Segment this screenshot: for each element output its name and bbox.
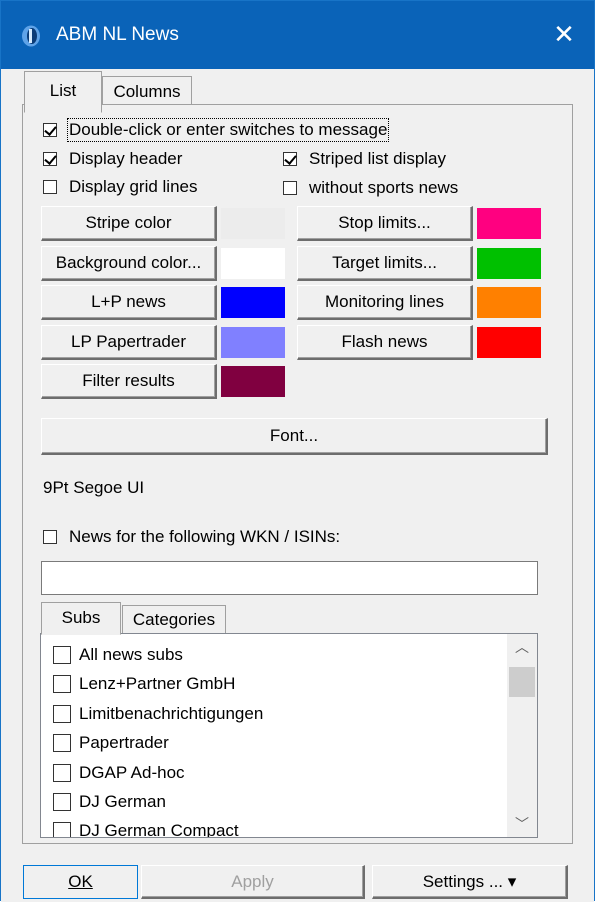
tab-columns[interactable]: Columns (102, 76, 192, 105)
lp-news-label: L+P news (91, 292, 166, 311)
apply-button[interactable]: Apply (141, 865, 365, 899)
settings-button[interactable]: Settings ... ▾ (372, 865, 568, 899)
target-limits-label: Target limits... (332, 253, 437, 272)
striped-list-label: Striped list display (309, 149, 447, 168)
tab-subs[interactable]: Subs (41, 602, 121, 635)
font-button-label: Font... (269, 426, 319, 445)
list-item-label: All news subs (79, 645, 183, 664)
list-item[interactable]: Lenz+Partner GmbH (53, 674, 235, 694)
wkn-checkbox[interactable]: News for the following WKN / ISINs: (43, 527, 340, 547)
stop-limits-button[interactable]: Stop limits... (297, 206, 473, 241)
list-item[interactable]: Limitbenachrichtigungen (53, 704, 263, 724)
font-button[interactable]: Font... (41, 418, 548, 455)
stripe-color-button[interactable]: Stripe color (41, 206, 217, 241)
checkbox-box (53, 764, 71, 782)
checkbox-box (53, 793, 71, 811)
flash-news-label: Flash news (341, 332, 428, 351)
checkbox-box (53, 646, 71, 664)
list-item[interactable]: All news subs (53, 645, 183, 665)
app-logo-icon (22, 25, 40, 47)
target-limits-swatch (477, 248, 541, 279)
list-item-label: Limitbenachrichtigungen (79, 704, 264, 723)
checkbox-box (43, 180, 57, 194)
list-item-label: Lenz+Partner GmbH (79, 674, 236, 693)
display-grid-label: Display grid lines (69, 177, 198, 196)
stop-limits-label: Stop limits... (338, 213, 431, 232)
filter-results-button[interactable]: Filter results (41, 364, 217, 399)
double-click-checkbox[interactable]: Double-click or enter switches to messag… (43, 118, 390, 142)
display-header-checkbox[interactable]: Display header (43, 149, 182, 169)
wkn-isin-input[interactable] (41, 561, 538, 595)
settings-label: Settings ... ▾ (422, 871, 517, 891)
flash-news-button[interactable]: Flash news (297, 325, 473, 360)
no-sports-checkbox[interactable]: without sports news (283, 178, 458, 198)
checkbox-box (283, 152, 297, 166)
list-item-label: Papertrader (79, 733, 169, 752)
scroll-up-icon[interactable]: ︿ (507, 634, 537, 660)
monitoring-lines-label: Monitoring lines (324, 292, 445, 311)
tab-list-label: List (49, 81, 77, 100)
subs-listbox[interactable]: All news subs Lenz+Partner GmbH Limitben… (40, 633, 538, 838)
wkn-label: News for the following WKN / ISINs: (69, 527, 341, 546)
current-font-text: 9Pt Segoe UI (43, 478, 145, 497)
target-limits-button[interactable]: Target limits... (297, 246, 473, 281)
striped-list-checkbox[interactable]: Striped list display (283, 149, 446, 169)
scroll-thumb[interactable] (509, 667, 535, 697)
monitoring-lines-button[interactable]: Monitoring lines (297, 285, 473, 320)
scroll-down-icon[interactable]: ﹀ (507, 811, 537, 837)
tab-categories-label: Categories (132, 610, 216, 629)
double-click-label: Double-click or enter switches to messag… (66, 118, 390, 142)
checkbox-box (43, 152, 57, 166)
filter-results-label: Filter results (82, 371, 175, 390)
lp-news-button[interactable]: L+P news (41, 285, 217, 320)
list-item[interactable]: DJ German (53, 792, 166, 812)
checkbox-box (43, 123, 57, 137)
checkbox-box (53, 734, 71, 752)
checkbox-box (43, 530, 57, 544)
tab-categories[interactable]: Categories (122, 605, 226, 633)
checkbox-box (283, 181, 297, 195)
list-item-label: DJ German Compact (79, 821, 239, 838)
lp-papertrader-label: LP Papertrader (71, 332, 186, 351)
list-scrollbar[interactable]: ︿ ﹀ (507, 634, 537, 837)
tab-columns-label: Columns (113, 82, 181, 101)
window-title: ABM NL News (56, 24, 179, 45)
apply-label: Apply (231, 871, 274, 891)
display-grid-checkbox[interactable]: Display grid lines (43, 177, 198, 197)
lp-papertrader-button[interactable]: LP Papertrader (41, 325, 217, 360)
close-icon[interactable]: ✕ (534, 11, 594, 57)
list-item-label: DGAP Ad-hoc (79, 763, 185, 782)
lp-news-swatch (221, 287, 285, 318)
ok-button[interactable]: OK (23, 865, 138, 899)
background-color-swatch (221, 248, 285, 279)
monitoring-lines-swatch (477, 287, 541, 318)
display-header-label: Display header (69, 149, 183, 168)
list-item[interactable]: DGAP Ad-hoc (53, 763, 185, 783)
no-sports-label: without sports news (309, 178, 459, 197)
checkbox-box (53, 705, 71, 723)
stop-limits-swatch (477, 208, 541, 239)
title-bar: ABM NL News ✕ (1, 1, 594, 69)
tab-subs-label: Subs (61, 608, 101, 627)
list-item[interactable]: Papertrader (53, 733, 169, 753)
background-color-button[interactable]: Background color... (41, 246, 217, 281)
checkbox-box (53, 822, 71, 837)
filter-results-swatch (221, 366, 285, 397)
tab-list[interactable]: List (24, 71, 102, 113)
checkbox-box (53, 675, 71, 693)
dialog-window: ABM NL News ✕ List Columns Double-click … (0, 0, 595, 902)
stripe-color-swatch (221, 208, 285, 239)
ok-label: OK (68, 872, 93, 891)
stripe-color-label: Stripe color (85, 213, 172, 232)
background-color-label: Background color... (55, 253, 202, 272)
list-item[interactable]: DJ German Compact (53, 821, 239, 838)
flash-news-swatch (477, 327, 541, 358)
lp-papertrader-swatch (221, 327, 285, 358)
list-item-label: DJ German (79, 792, 166, 811)
